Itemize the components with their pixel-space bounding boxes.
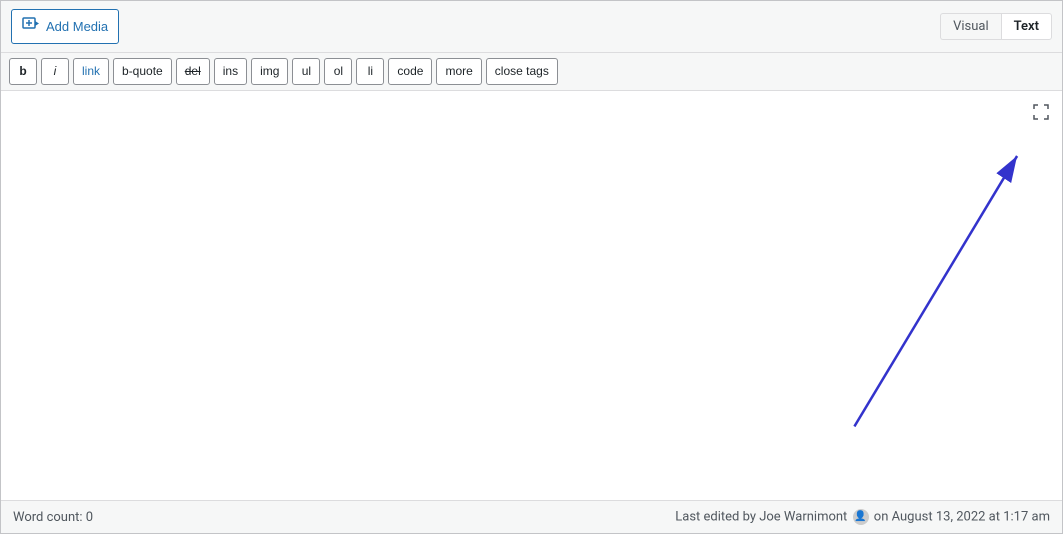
toolbar-btn-link[interactable]: link — [73, 58, 109, 85]
tab-text[interactable]: Text — [1001, 13, 1052, 40]
toolbar-btn-italic[interactable]: i — [41, 58, 69, 85]
toolbar-btn-bold[interactable]: b — [9, 58, 37, 85]
status-bar: Word count: 0 Last edited by Joe Warnimo… — [1, 500, 1062, 533]
toolbar-btn-ins[interactable]: ins — [214, 58, 247, 85]
top-bar: Add Media Visual Text — [1, 1, 1062, 53]
toolbar-btn-bquote[interactable]: b-quote — [113, 58, 172, 85]
toolbar-btn-more[interactable]: more — [436, 58, 481, 85]
last-edited-suffix: on August 13, 2022 at 1:17 am — [874, 509, 1050, 524]
add-media-label: Add Media — [46, 19, 108, 34]
user-avatar: 👤 — [853, 509, 869, 525]
toolbar-btn-li[interactable]: li — [356, 58, 384, 85]
toolbar-btn-ul[interactable]: ul — [292, 58, 320, 85]
toolbar-btn-closetags[interactable]: close tags — [486, 58, 558, 85]
last-edited: Last edited by Joe Warnimont 👤 on August… — [675, 509, 1050, 525]
tab-visual[interactable]: Visual — [940, 13, 1001, 40]
add-media-icon — [22, 15, 40, 38]
last-edited-prefix: Last edited by Joe Warnimont — [675, 509, 847, 524]
toolbar-btn-del[interactable]: del — [176, 58, 210, 85]
view-tabs: Visual Text — [940, 13, 1052, 40]
add-media-button[interactable]: Add Media — [11, 9, 119, 44]
toolbar: b i link b-quote del ins img ul ol li co — [1, 53, 1062, 91]
toolbar-btn-code[interactable]: code — [388, 58, 432, 85]
fullscreen-button[interactable] — [1028, 99, 1054, 125]
toolbar-btn-img[interactable]: img — [251, 58, 288, 85]
content-area — [1, 91, 1062, 500]
text-editor[interactable] — [1, 91, 1062, 500]
editor-container: Add Media Visual Text b i link b-quote d… — [0, 0, 1063, 534]
toolbar-btn-ol[interactable]: ol — [324, 58, 352, 85]
word-count: Word count: 0 — [13, 510, 93, 525]
